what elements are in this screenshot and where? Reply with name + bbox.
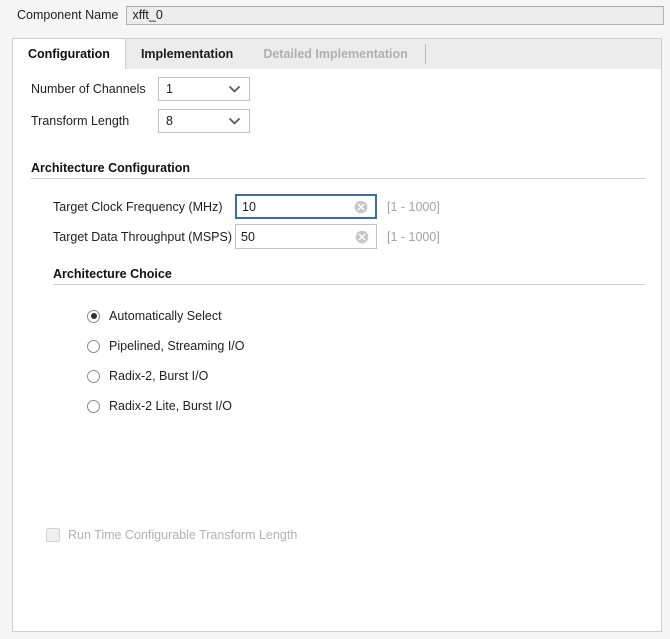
radio-mark-icon xyxy=(87,309,100,323)
run-time-configurable-label: Run Time Configurable Transform Length xyxy=(68,528,298,542)
target-clock-frequency-label: Target Clock Frequency (MHz) xyxy=(53,199,223,214)
component-name-row: Component Name xfft_0 xyxy=(0,0,670,30)
checkbox-mark-icon xyxy=(46,528,60,542)
tab-bar: Configuration Implementation Detailed Im… xyxy=(12,38,662,69)
transform-length-select[interactable]: 8 xyxy=(158,109,250,133)
target-clock-frequency-hint: [1 - 1000] xyxy=(387,199,440,214)
chevron-down-icon xyxy=(229,78,240,100)
tab-widget: Configuration Implementation Detailed Im… xyxy=(12,38,662,632)
component-name-value: xfft_0 xyxy=(132,8,163,22)
transform-length-row: Transform Length 8 xyxy=(31,109,250,133)
target-data-throughput-input[interactable]: 50 xyxy=(235,224,377,249)
radio-mark-icon xyxy=(87,399,100,413)
tab-bar-divider xyxy=(424,44,426,64)
radio-radix-2-burst-io[interactable]: Radix-2, Burst I/O xyxy=(87,369,208,383)
architecture-choice-title: Architecture Choice xyxy=(53,267,172,281)
chevron-down-icon xyxy=(229,110,240,132)
number-of-channels-select[interactable]: 1 xyxy=(158,77,250,101)
target-data-throughput-value: 50 xyxy=(241,229,255,244)
radio-radix-2-lite-burst-io-label: Radix-2 Lite, Burst I/O xyxy=(109,399,232,413)
architecture-choice-rule xyxy=(53,284,645,285)
tab-detailed-implementation: Detailed Implementation xyxy=(248,39,422,69)
radio-mark-icon xyxy=(87,339,100,353)
configuration-panel: Number of Channels 1 Transform Length 8 xyxy=(12,69,662,632)
target-clock-frequency-input[interactable]: 10 xyxy=(235,194,377,219)
number-of-channels-row: Number of Channels 1 xyxy=(31,77,250,101)
number-of-channels-value: 1 xyxy=(166,82,173,96)
radio-automatically-select-label: Automatically Select xyxy=(109,309,222,323)
architecture-configuration-title: Architecture Configuration xyxy=(31,161,191,175)
architecture-configuration-section: Architecture Configuration xyxy=(31,161,645,179)
radio-pipelined-streaming-io-label: Pipelined, Streaming I/O xyxy=(109,339,245,353)
target-clock-frequency-row: Target Clock Frequency (MHz) 10 [1 - 100… xyxy=(53,194,440,219)
component-name-label: Component Name xyxy=(17,8,119,22)
target-data-throughput-hint: [1 - 1000] xyxy=(387,229,440,244)
tab-implementation-label: Implementation xyxy=(140,47,234,61)
tab-configuration-label: Configuration xyxy=(28,47,110,61)
transform-length-value: 8 xyxy=(166,114,173,128)
target-clock-frequency-value: 10 xyxy=(242,199,256,214)
radio-automatically-select[interactable]: Automatically Select xyxy=(87,309,222,323)
clear-circle-icon[interactable] xyxy=(355,230,369,244)
tab-detailed-implementation-label: Detailed Implementation xyxy=(263,47,408,61)
architecture-configuration-rule xyxy=(31,178,645,179)
component-name-input[interactable]: xfft_0 xyxy=(126,5,665,25)
radio-mark-icon xyxy=(87,369,100,383)
clear-circle-icon[interactable] xyxy=(354,200,368,214)
target-data-throughput-label: Target Data Throughput (MSPS) xyxy=(53,229,233,244)
run-time-configurable-checkbox: Run Time Configurable Transform Length xyxy=(46,528,297,542)
number-of-channels-label: Number of Channels xyxy=(31,82,146,96)
architecture-choice-section: Architecture Choice xyxy=(53,267,645,285)
radio-pipelined-streaming-io[interactable]: Pipelined, Streaming I/O xyxy=(87,339,245,353)
target-data-throughput-row: Target Data Throughput (MSPS) 50 [1 - 10… xyxy=(53,224,440,249)
tab-configuration[interactable]: Configuration xyxy=(12,39,126,69)
transform-length-label: Transform Length xyxy=(31,114,130,128)
radio-radix-2-burst-io-label: Radix-2, Burst I/O xyxy=(109,369,209,383)
radio-radix-2-lite-burst-io[interactable]: Radix-2 Lite, Burst I/O xyxy=(87,399,232,413)
tab-implementation[interactable]: Implementation xyxy=(126,39,248,69)
